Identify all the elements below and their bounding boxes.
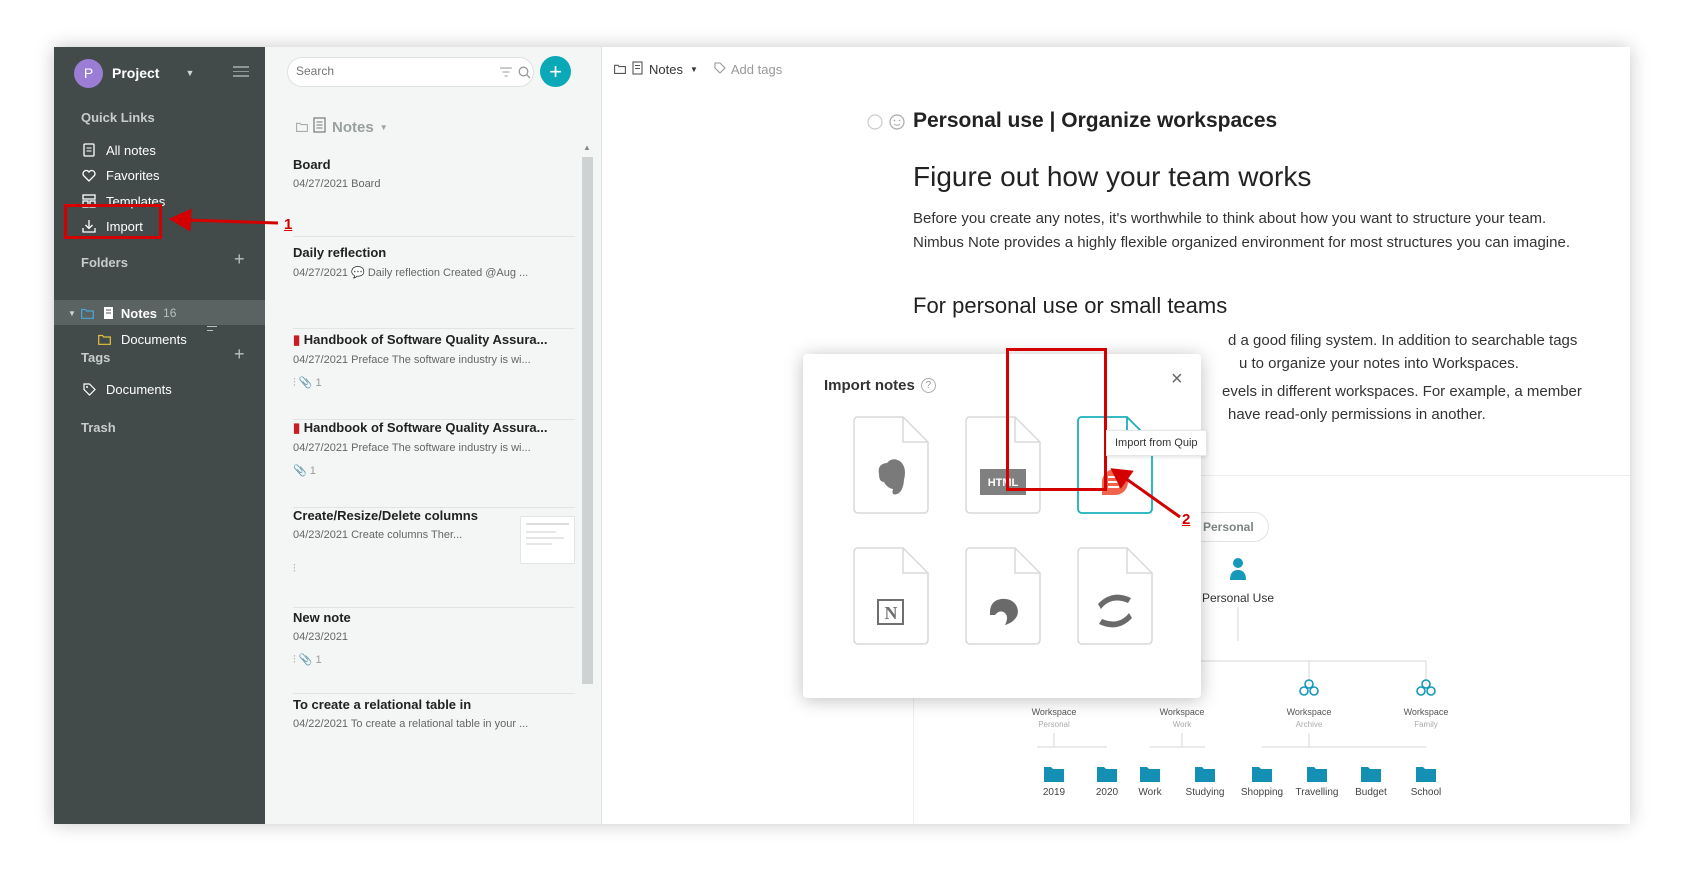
annotation-arrows (168, 208, 1181, 519)
step-2-label: 2 (1182, 511, 1191, 528)
step-1-label: 1 (284, 216, 293, 233)
